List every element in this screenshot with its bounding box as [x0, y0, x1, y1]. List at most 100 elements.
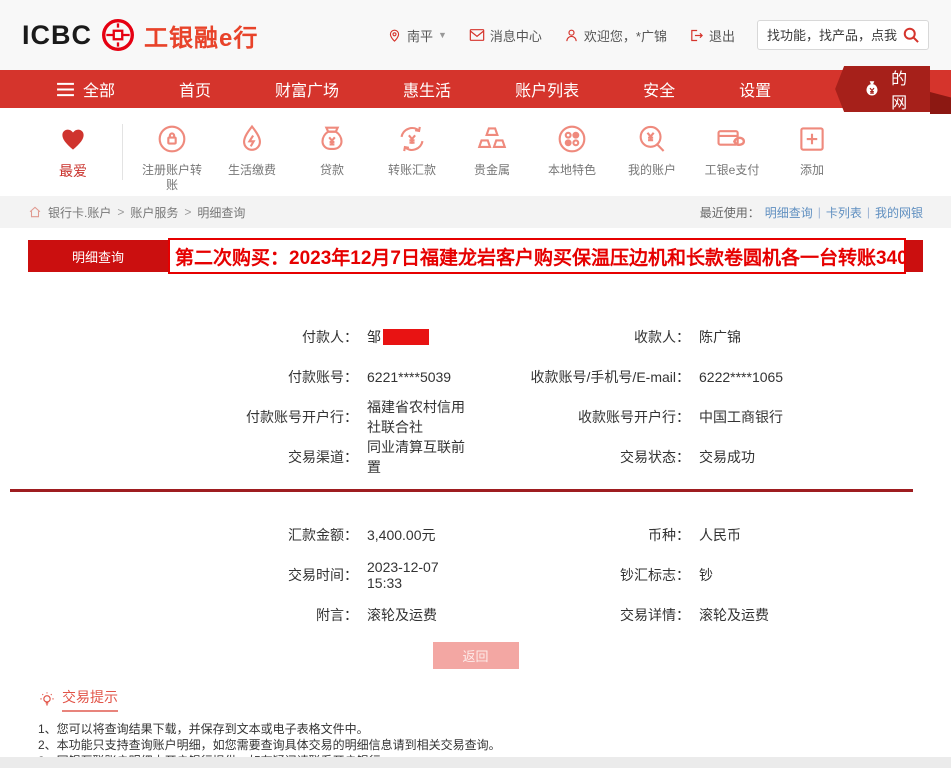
back-button[interactable]: 返回 — [433, 642, 519, 669]
shortcut-life-pay[interactable]: 生活缴费 — [219, 120, 285, 178]
account-search-icon — [635, 120, 669, 158]
message-center[interactable]: 消息中心 — [469, 26, 542, 45]
main-nav: 全部 首页 财富广场 惠生活 账户列表 安全 设置 我的网银 — [0, 70, 951, 108]
payee-account-value: 6222****1065 — [699, 369, 783, 385]
icbc-logo-icon — [100, 17, 136, 53]
breadcrumb-item-card-account[interactable]: 银行卡.账户 — [48, 204, 111, 221]
currency-value: 人民币 — [699, 525, 741, 545]
currency-label: 币种： — [475, 525, 690, 545]
field-row: 交易时间： 2023-12-07 15:33 钞汇标志： 钞 — [28, 555, 923, 595]
memo-label: 附言： — [28, 605, 358, 625]
red-divider — [10, 489, 913, 492]
shortcut-loan[interactable]: 贷款 — [299, 120, 365, 178]
cash-flag-value: 钞 — [699, 565, 713, 585]
brand-name: 工银融e行 — [144, 18, 258, 53]
lightbulb-icon — [38, 691, 56, 709]
nav-item-settings[interactable]: 设置 — [739, 77, 771, 101]
nav-item-life[interactable]: 惠生活 — [403, 77, 451, 101]
home-icon — [28, 205, 42, 219]
recent-link-my-ebank[interactable]: 我的网银 — [875, 204, 923, 221]
icbc-logo-text: ICBC — [22, 20, 92, 51]
main-content: 明细查询 第二次购买：2023年12月7日福建龙岩客户购买保温压边机和长款卷圆机… — [0, 228, 951, 757]
reg-transfer-icon — [155, 120, 189, 158]
field-row: 付款账号开户行： 福建省农村信用社联合社 收款账号开户行： 中国工商银行 — [28, 397, 923, 437]
location-label: 南平 — [407, 26, 433, 45]
shortcut-reg-transfer[interactable]: 注册账户转账 — [139, 120, 205, 193]
recent-link-card-list[interactable]: 卡列表 — [826, 204, 862, 221]
shortcut-local-feature[interactable]: 本地特色 — [539, 120, 605, 178]
shortcut-precious-metal[interactable]: 贵金属 — [459, 120, 525, 178]
payee-value: 陈广锦 — [699, 327, 741, 347]
time-label: 交易时间： — [28, 565, 358, 585]
nav-item-security[interactable]: 安全 — [643, 77, 675, 101]
breadcrumb-item-account-service[interactable]: 账户服务 — [130, 204, 178, 221]
payer-value: 邹 — [367, 327, 429, 347]
payer-account-label: 付款账号： — [28, 367, 358, 387]
search-button[interactable] — [901, 23, 925, 47]
payer-account-value: 6221****5039 — [367, 369, 451, 385]
recent-link-detail-query[interactable]: 明细查询 — [765, 204, 813, 221]
nav-item-wealth[interactable]: 财富广场 — [275, 77, 339, 101]
location-selector[interactable]: 南平 ▼ — [387, 26, 447, 45]
breadcrumb-item-detail-query[interactable]: 明细查询 — [197, 204, 245, 221]
payee-account-label: 收款账号/手机号/E-mail： — [475, 367, 690, 387]
local-feature-icon — [555, 120, 589, 158]
field-row: 交易渠道： 同业清算互联前置 交易状态： 交易成功 — [28, 437, 923, 477]
tips-line: 2、本功能只支持查询账户明细，如您需要查询具体交易的明细信息请到相关交易查询。 — [38, 737, 923, 753]
shortcut-add[interactable]: 添加 — [779, 120, 845, 178]
nav-item-accounts[interactable]: 账户列表 — [515, 77, 579, 101]
shortcut-icbc-epay[interactable]: 工银e支付 — [699, 120, 765, 178]
field-row: 汇款金额： 3,400.00元 币种： 人民币 — [28, 515, 923, 555]
breadcrumb-bar: 银行卡.账户 > 账户服务 > 明细查询 最近使用： 明细查询 | 卡列表 | … — [0, 196, 951, 228]
nav-item-label: 全部 — [83, 77, 115, 101]
shortcut-transfer-remit[interactable]: 转账汇款 — [379, 120, 445, 178]
chevron-down-icon: ▼ — [438, 30, 447, 40]
shortcut-my-account[interactable]: 我的账户 — [619, 120, 685, 178]
tips-line: 1、您可以将查询结果下载，并保存到文本或电子表格文件中。 — [38, 721, 923, 737]
loan-money-bag-icon — [315, 120, 349, 158]
divider — [122, 124, 123, 180]
tips-lines: 1、您可以将查询结果下载，并保存到文本或电子表格文件中。 2、本功能只支持查询账… — [38, 721, 923, 757]
transfer-remit-icon — [395, 120, 429, 158]
shortcut-favorite[interactable]: 最爱 — [40, 120, 106, 181]
logout-label: 退出 — [709, 26, 735, 45]
hamburger-icon — [56, 82, 75, 97]
top-header: ICBC 工银融e行 南平 ▼ — [0, 0, 951, 70]
life-pay-icon — [235, 120, 269, 158]
tips-line: 3、网银互联账户明细由开户银行提供，如有疑问请联系开户银行。 — [38, 753, 923, 757]
detail-fields-bottom: 汇款金额： 3,400.00元 币种： 人民币 交易时间： 2023-12-07… — [28, 515, 923, 635]
money-bag-icon — [861, 78, 883, 100]
time-value: 2023-12-07 15:33 — [367, 559, 475, 591]
payer-label: 付款人： — [28, 327, 358, 347]
add-icon — [795, 120, 829, 158]
payee-label: 收款人： — [475, 327, 690, 347]
nav-item-home[interactable]: 首页 — [179, 77, 211, 101]
payer-bank-label: 付款账号开户行： — [28, 407, 358, 427]
shortcut-bar: 最爱 注册账户转账 生活缴费 贷款 — [0, 108, 951, 196]
logout[interactable]: 退出 — [689, 26, 735, 45]
cash-flag-label: 钞汇标志： — [475, 565, 690, 585]
payer-bank-value: 福建省农村信用社联合社 — [367, 397, 475, 437]
channel-value: 同业清算互联前置 — [367, 437, 475, 477]
detail-fields-top: 付款人： 邹 收款人： 陈广锦 付款账号： 6221****5039 收款账号/… — [28, 317, 923, 477]
field-row: 付款人： 邹 收款人： 陈广锦 — [28, 317, 923, 357]
amount-value: 3,400.00元 — [367, 525, 436, 545]
payee-bank-value: 中国工商银行 — [699, 407, 783, 427]
nav-item-all[interactable]: 全部 — [56, 77, 115, 101]
field-row: 付款账号： 6221****5039 收款账号/手机号/E-mail： 6222… — [28, 357, 923, 397]
annotation-title: 第二次购买：2023年12月7日福建龙岩客户购买保温压边机和长款卷圆机各一台转账… — [168, 238, 906, 274]
detail-banner: 明细查询 第二次购买：2023年12月7日福建龙岩客户购买保温压边机和长款卷圆机… — [28, 240, 923, 272]
welcome-user[interactable]: 欢迎您，*广锦 — [564, 26, 667, 45]
welcome-label: 欢迎您，*广锦 — [584, 26, 667, 45]
tab-detail-query[interactable]: 明细查询 — [28, 240, 168, 272]
tips-section: 交易提示 1、您可以将查询结果下载，并保存到文本或电子表格文件中。 2、本功能只… — [38, 687, 923, 757]
brand: ICBC 工银融e行 — [22, 17, 258, 53]
message-center-label: 消息中心 — [490, 26, 542, 45]
status-label: 交易状态： — [475, 447, 690, 467]
epay-card-icon — [715, 120, 749, 158]
memo-value: 滚轮及运费 — [367, 605, 437, 625]
trans-detail-label: 交易详情： — [475, 605, 690, 625]
channel-label: 交易渠道： — [28, 447, 358, 467]
envelope-icon — [469, 28, 485, 42]
nav-item-my-ebank[interactable]: 我的网银 — [835, 66, 930, 112]
